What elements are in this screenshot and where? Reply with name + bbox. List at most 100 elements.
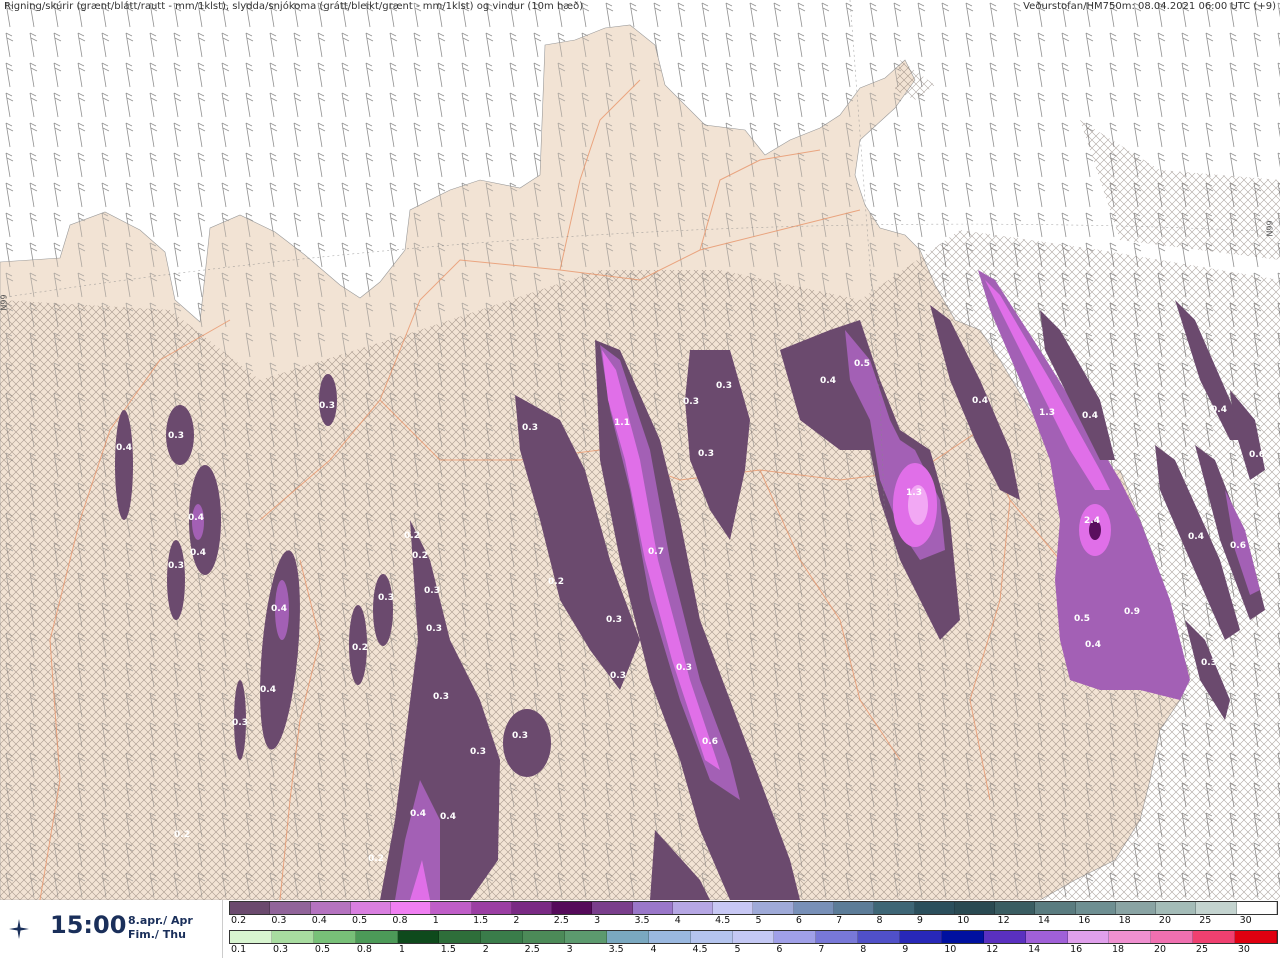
- legend-label: 18: [1112, 944, 1125, 955]
- legend-swatch: [230, 931, 272, 943]
- legend-swatch: [1075, 902, 1116, 914]
- precip-value-label: 0.2: [548, 577, 564, 587]
- legend-swatch: [672, 902, 714, 914]
- legend-swatch: [816, 931, 859, 943]
- legend-swatch: [270, 902, 311, 914]
- legend-label: 2.5: [553, 915, 569, 926]
- precip-value-label: 0.9: [1124, 607, 1140, 617]
- legend-swatch: [900, 931, 942, 943]
- precip-value-label: 0.4: [116, 443, 132, 453]
- legend-label: 10: [957, 915, 970, 926]
- legend-label: 25: [1199, 915, 1212, 926]
- map-title: Rigning/skúrir (grænt/blátt/rautt - mm/1…: [4, 1, 584, 12]
- legend-swatch: [995, 902, 1036, 914]
- legend-label: 0.5: [314, 944, 331, 955]
- precip-value-label: 0.4: [972, 396, 988, 406]
- precip-value-label: 0.3: [378, 593, 394, 603]
- legend-swatch: [391, 902, 432, 914]
- precip-value-label: 0.5: [854, 359, 870, 369]
- legend-label: 0.8: [392, 915, 408, 926]
- legend-label: 0.3: [271, 915, 287, 926]
- legend-swatch: [1115, 902, 1157, 914]
- legend-snow-colorbar: [229, 901, 1278, 915]
- precip-value-label: 0.2: [368, 854, 384, 864]
- precip-value-label: 1.3: [906, 488, 922, 498]
- legend-label: 20: [1158, 915, 1171, 926]
- legend-label: 0.8: [356, 944, 372, 955]
- legend-label: 12: [997, 915, 1010, 926]
- legend-swatch: [1151, 931, 1194, 943]
- legend-label: 7: [836, 915, 843, 926]
- legend-label: 14: [1028, 944, 1041, 955]
- precip-value-label: 0.2: [412, 551, 428, 561]
- legend-label: 1.5: [473, 915, 489, 926]
- legend-swatch: [732, 931, 775, 943]
- legend-label: 16: [1070, 944, 1083, 955]
- legend-label: 4: [650, 944, 657, 955]
- precip-value-label: 0.3: [676, 663, 692, 673]
- legend-label: 5: [734, 944, 741, 955]
- legend-label: 0.1: [231, 944, 247, 955]
- legend-swatch: [523, 931, 565, 943]
- legend-swatch: [983, 931, 1026, 943]
- legend-label: 0.4: [311, 915, 327, 926]
- weather-map: 0.4 0.3 0.4 0.4 0.3 0.4 0.3 0.2 0.4 0.3 0.2 0.2 0.3 0…: [0, 0, 1280, 900]
- legend-swatch: [753, 902, 794, 914]
- legend-swatch: [310, 902, 351, 914]
- legend-swatch: [439, 931, 482, 943]
- precip-value-label: 0.4: [1211, 405, 1227, 415]
- legend-swatch: [350, 902, 392, 914]
- legend-swatch: [511, 902, 553, 914]
- legend-swatch: [1196, 902, 1237, 914]
- precip-value-label: 0.3: [426, 624, 442, 634]
- legend-swatch: [713, 902, 754, 914]
- precip-value-label: 0.4: [188, 513, 204, 523]
- legend-label: 14: [1037, 915, 1050, 926]
- legend-swatch: [1236, 902, 1277, 914]
- valid-time: 15:00: [50, 911, 127, 939]
- legend-label: 4.5: [692, 944, 708, 955]
- legend-label: 0.5: [352, 915, 368, 926]
- legend-swatch: [833, 902, 875, 914]
- precip-value-label: 0.3: [606, 615, 622, 625]
- legend-swatch: [471, 902, 512, 914]
- legend-swatch: [271, 931, 314, 943]
- legend-label: 30: [1239, 915, 1252, 926]
- precip-value-label: 0.7: [648, 547, 664, 557]
- legend-label: 8: [860, 944, 867, 955]
- legend-swatch: [1025, 931, 1068, 943]
- precip-value-label: 0.3: [319, 401, 335, 411]
- precip-value-label: 0.4: [820, 376, 836, 386]
- precip-value-label: 0.3: [433, 692, 449, 702]
- precip-value-label: 0.2: [352, 643, 368, 653]
- precip-value-label: 0.3: [168, 431, 184, 441]
- legend-swatch: [592, 902, 633, 914]
- precip-value-label: 0.3: [512, 731, 528, 741]
- time-panel: 15:00 8.apr./ Apr Fim./ Thu: [0, 900, 223, 958]
- legend-swatch: [954, 902, 996, 914]
- precip-value-label: 0.3: [698, 449, 714, 459]
- model-source: Veðurstofan/HM750m: 08.04.2021 06:00 UTC…: [1023, 1, 1276, 12]
- legend-label: 6: [795, 915, 802, 926]
- legend-swatch: [313, 931, 356, 943]
- precip-value-label: 0.3: [470, 747, 486, 757]
- legend-label: 1: [432, 915, 439, 926]
- legend-swatch: [858, 931, 900, 943]
- legend-swatch: [1067, 931, 1110, 943]
- legend-label: 9: [916, 915, 923, 926]
- precip-value-label: 0.6: [702, 737, 718, 747]
- legend-swatch: [1109, 931, 1152, 943]
- legend-label: 10: [944, 944, 957, 955]
- legend-swatch: [431, 902, 472, 914]
- precip-value-label: 0.4: [260, 685, 276, 695]
- map-canvas: 0.4 0.3 0.4 0.4 0.3 0.4 0.3 0.2 0.4 0.3 0.2 0.2 0.3 0…: [0, 0, 1280, 900]
- legend-swatch: [606, 931, 649, 943]
- legend-rain-colorbar: [229, 930, 1278, 944]
- precip-value-label: 0.3: [232, 718, 248, 728]
- precip-value-label: 0.5: [1074, 614, 1090, 624]
- precip-value-label: 0.6: [1249, 450, 1265, 460]
- legend-swatch: [632, 902, 673, 914]
- legend-label: 4: [674, 915, 681, 926]
- valid-date: 8.apr./ Apr Fim./ Thu: [128, 914, 193, 942]
- precip-value-label: 0.4: [271, 604, 287, 614]
